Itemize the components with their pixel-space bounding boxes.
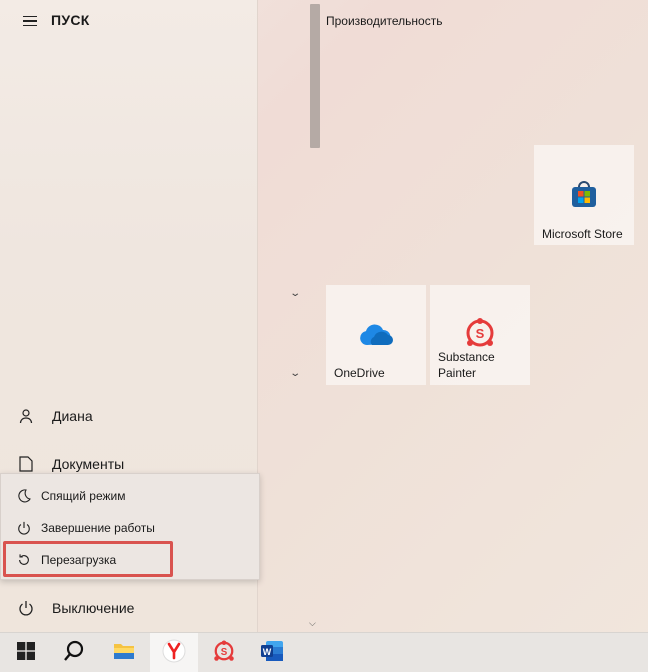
user-icon bbox=[0, 408, 52, 424]
substance-tile-label-line2: Painter bbox=[438, 366, 477, 380]
sleep-label: Спящий режим bbox=[41, 489, 126, 503]
power-icon bbox=[1, 521, 41, 535]
word-icon: W bbox=[260, 640, 284, 667]
restart-highlight-frame bbox=[3, 541, 173, 577]
search-button[interactable] bbox=[50, 633, 98, 672]
yandex-browser-button[interactable] bbox=[150, 633, 198, 672]
user-name: Диана bbox=[52, 408, 93, 424]
substance-painter-icon: S bbox=[464, 317, 496, 354]
power-icon bbox=[0, 600, 52, 616]
taskbar: S W bbox=[0, 632, 648, 672]
substance-painter-tile[interactable]: S Substance Painter bbox=[430, 285, 530, 385]
substance-painter-taskbar-button[interactable]: S bbox=[200, 633, 248, 672]
yandex-browser-icon bbox=[162, 639, 186, 668]
svg-text:W: W bbox=[263, 647, 272, 657]
onedrive-tile[interactable]: OneDrive bbox=[326, 285, 426, 385]
document-icon bbox=[0, 456, 52, 472]
onedrive-tile-label: OneDrive bbox=[334, 366, 385, 380]
start-button[interactable] bbox=[2, 633, 50, 672]
microsoft-store-tile[interactable]: Microsoft Store bbox=[534, 145, 634, 245]
svg-text:S: S bbox=[476, 326, 485, 341]
moon-icon bbox=[1, 489, 41, 503]
word-button[interactable]: W bbox=[248, 633, 296, 672]
sleep-option[interactable]: Спящий режим bbox=[1, 480, 259, 512]
hamburger-menu-icon[interactable] bbox=[14, 8, 46, 34]
shutdown-option[interactable]: Завершение работы bbox=[1, 512, 259, 544]
chevron-down-icon[interactable]: ⌄ bbox=[289, 368, 301, 379]
shutdown-label: Завершение работы bbox=[41, 521, 155, 535]
chevron-down-icon[interactable]: ⌄ bbox=[289, 288, 301, 299]
start-title: ПУСК bbox=[51, 12, 90, 28]
search-icon bbox=[63, 640, 85, 667]
power-item[interactable]: Выключение bbox=[0, 588, 258, 628]
file-explorer-icon bbox=[113, 641, 135, 666]
tile-group-title: Производительность bbox=[326, 14, 443, 28]
file-explorer-button[interactable] bbox=[100, 633, 148, 672]
windows-start-icon bbox=[17, 641, 35, 665]
power-label: Выключение bbox=[52, 600, 135, 616]
substance-tile-label-line1: Substance bbox=[438, 350, 495, 364]
store-tile-label: Microsoft Store bbox=[542, 227, 623, 241]
store-bag-icon bbox=[568, 178, 600, 215]
scrollbar-thumb[interactable] bbox=[310, 4, 320, 148]
scroll-down-arrow-icon[interactable]: ⌵ bbox=[309, 618, 316, 629]
svg-text:S: S bbox=[221, 646, 228, 657]
cloud-icon bbox=[358, 323, 394, 352]
user-account[interactable]: Диана bbox=[0, 396, 258, 436]
substance-painter-icon: S bbox=[212, 639, 236, 668]
documents-label: Документы bbox=[52, 456, 125, 472]
